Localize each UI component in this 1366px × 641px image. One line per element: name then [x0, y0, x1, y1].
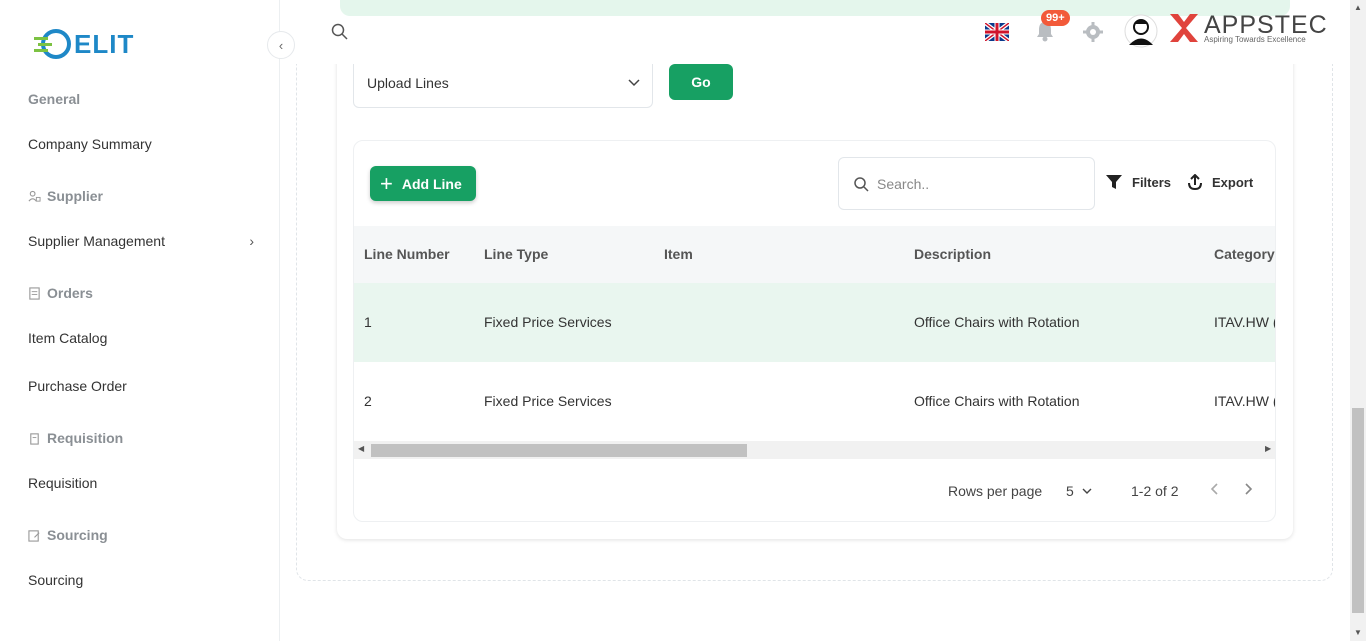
- scrollbar-thumb[interactable]: [1352, 408, 1364, 613]
- sidebar-item-company-summary[interactable]: Company Summary: [28, 136, 254, 152]
- rows-per-page-label: Rows per page: [948, 483, 1043, 499]
- settings-gear-icon[interactable]: [1083, 22, 1103, 42]
- scroll-right-arrow-icon[interactable]: ▶: [1265, 444, 1271, 453]
- cell-line-type: Fixed Price Services: [484, 314, 612, 330]
- scroll-left-arrow-icon[interactable]: ◀: [358, 444, 364, 453]
- search-icon: [854, 176, 869, 192]
- chevron-down-icon: [1082, 488, 1092, 494]
- nav-section-label: Orders: [47, 285, 93, 301]
- cell-description: Office Chairs with Rotation: [914, 314, 1080, 330]
- requisition-icon: [30, 432, 39, 445]
- sidebar-item-label: Supplier Management: [28, 233, 165, 249]
- sidebar-item-label: Sourcing: [28, 572, 84, 588]
- app-logo-text: ELIT: [74, 28, 135, 59]
- scroll-down-arrow-icon[interactable]: ▼: [1354, 628, 1362, 637]
- rows-per-page-select[interactable]: 5: [1066, 483, 1092, 499]
- search-input[interactable]: [877, 175, 1077, 192]
- cell-category: ITAV.HW (: [1214, 393, 1276, 409]
- upload-select[interactable]: Upload Lines: [353, 57, 653, 108]
- filters-button[interactable]: Filters: [1105, 174, 1171, 190]
- table-search[interactable]: [838, 157, 1095, 210]
- column-header-category[interactable]: Category: [1214, 246, 1275, 262]
- upload-select-value: Upload Lines: [367, 74, 449, 91]
- chevron-left-icon: ‹: [278, 37, 284, 53]
- page-vertical-scrollbar[interactable]: ▲ ▼: [1350, 0, 1366, 641]
- sidebar-item-sourcing[interactable]: Sourcing: [28, 572, 254, 588]
- nav-section-label: Sourcing: [47, 527, 108, 543]
- appstec-logo-icon: [1170, 14, 1198, 42]
- company-brand-logo: APPSTEC Aspiring Towards Excellence: [1168, 12, 1328, 44]
- chevron-down-icon: [628, 78, 640, 86]
- nav-section-label: Requisition: [47, 430, 124, 446]
- next-page-button[interactable]: [1245, 483, 1253, 495]
- export-button[interactable]: Export: [1188, 174, 1253, 190]
- go-button[interactable]: Go: [669, 64, 733, 100]
- chevron-right-icon: ›: [249, 233, 254, 249]
- add-line-label: Add Line: [401, 175, 462, 192]
- search-icon[interactable]: [331, 23, 348, 40]
- scroll-up-arrow-icon[interactable]: ▲: [1354, 3, 1362, 12]
- nav-section-general: General: [28, 91, 80, 107]
- sidebar-item-label: Item Catalog: [28, 330, 108, 346]
- table-row[interactable]: 1 Fixed Price Services Office Chairs wit…: [354, 283, 1276, 363]
- sidebar-item-label: Purchase Order: [28, 378, 127, 394]
- nav-section-orders: Orders: [28, 285, 93, 301]
- nav-section-label: General: [28, 91, 81, 107]
- sidebar-item-supplier-management[interactable]: Supplier Management ›: [28, 233, 254, 249]
- pagination-range: 1-2 of 2: [1131, 483, 1179, 499]
- cell-line-number: 2: [364, 393, 372, 409]
- prev-page-button[interactable]: [1210, 483, 1218, 495]
- rows-per-page-value: 5: [1066, 483, 1074, 499]
- filters-label: Filters: [1132, 174, 1172, 190]
- sidebar-item-label: Requisition: [28, 475, 98, 491]
- cell-description: Office Chairs with Rotation: [914, 393, 1080, 409]
- export-icon: [1188, 174, 1202, 190]
- cell-category: ITAV.HW (: [1214, 314, 1276, 330]
- user-avatar[interactable]: [1124, 14, 1158, 48]
- orders-icon: [29, 286, 40, 300]
- uk-flag-icon[interactable]: [985, 23, 1009, 41]
- table-row[interactable]: 2 Fixed Price Services Office Chairs wit…: [354, 362, 1276, 442]
- filter-icon: [1106, 175, 1122, 189]
- export-label: Export: [1212, 174, 1254, 190]
- nav-section-label: Supplier: [47, 188, 104, 204]
- column-header-line-number[interactable]: Line Number: [364, 246, 450, 262]
- sidebar-item-purchase-order[interactable]: Purchase Order: [28, 378, 254, 394]
- add-line-button[interactable]: + Add Line: [370, 166, 476, 201]
- sidebar-collapse-button[interactable]: ‹: [267, 31, 295, 59]
- table-header: Line Number Line Type Item Description C…: [354, 226, 1275, 283]
- sidebar: ELIT General Company Summary Supplier Su…: [0, 0, 280, 641]
- scrollbar-thumb[interactable]: [371, 444, 747, 457]
- column-header-line-type[interactable]: Line Type: [484, 246, 548, 262]
- company-name: APPSTEC: [1204, 10, 1328, 39]
- cell-line-number: 1: [364, 314, 372, 330]
- table-horizontal-scrollbar[interactable]: ◀ ▶: [354, 441, 1275, 459]
- nav-section-requisition: Requisition: [28, 430, 123, 446]
- sidebar-item-item-catalog[interactable]: Item Catalog: [28, 330, 254, 346]
- column-header-item[interactable]: Item: [664, 246, 693, 262]
- nav-section-sourcing: Sourcing: [28, 527, 108, 543]
- sourcing-icon: [28, 529, 40, 542]
- notification-count-badge: 99+: [1041, 10, 1070, 26]
- supplier-icon: [28, 190, 41, 202]
- column-header-description[interactable]: Description: [914, 246, 991, 262]
- lines-table-card: + Add Line Filters Export Line Number Li…: [353, 140, 1276, 522]
- plus-icon: +: [380, 170, 393, 196]
- nav-section-supplier: Supplier: [28, 188, 103, 204]
- elit-logo-icon: [34, 29, 71, 59]
- chevron-right-icon: [1245, 483, 1253, 495]
- cell-line-type: Fixed Price Services: [484, 393, 612, 409]
- sidebar-item-requisition[interactable]: Requisition: [28, 475, 254, 491]
- app-logo[interactable]: ELIT: [32, 26, 134, 62]
- chevron-left-icon: [1210, 483, 1218, 495]
- sidebar-item-label: Company Summary: [28, 136, 152, 152]
